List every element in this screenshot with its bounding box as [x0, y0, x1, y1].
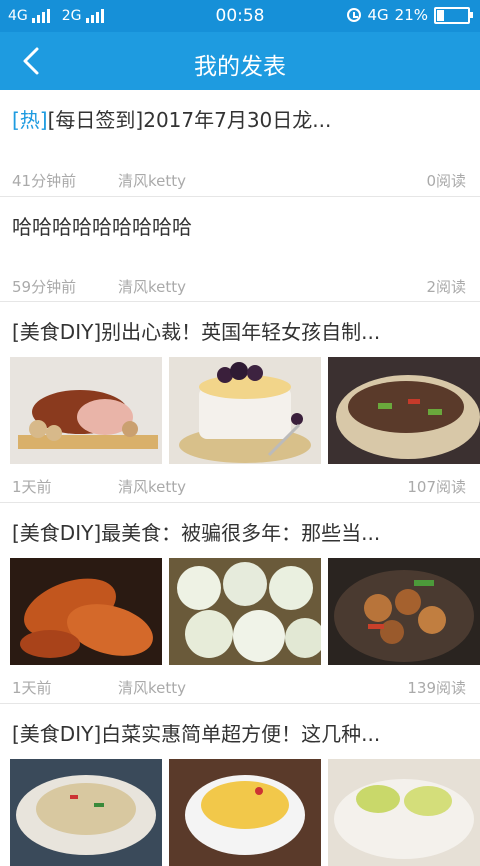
post-time: 59分钟前: [12, 278, 77, 296]
post-title[interactable]: [美食DIY]白菜实惠简单超方便！这几种...: [12, 718, 380, 747]
alarm-icon: [347, 8, 362, 22]
post-title[interactable]: 哈哈哈哈哈哈哈哈哈: [12, 211, 192, 240]
post-thumbnails: [10, 558, 480, 665]
post-item[interactable]: 哈哈哈哈哈哈哈哈哈 59分钟前 清风ketty 2阅读: [0, 197, 480, 302]
salad-bowl-image[interactable]: [10, 759, 162, 866]
post-reads: 0阅读: [426, 172, 466, 190]
post-reads: 139阅读: [407, 679, 466, 697]
post-title[interactable]: [美食DIY]最美食：被骗很多年：那些当...: [12, 517, 380, 546]
post-list[interactable]: [热][每日签到]2017年7月30日龙... 41分钟前 清风ketty 0阅…: [0, 90, 480, 866]
page-title: 我的发表: [194, 54, 286, 80]
post-author: 清风ketty: [118, 172, 187, 190]
post-time: 1天前: [12, 679, 52, 697]
post-item[interactable]: [美食DIY]白菜实惠简单超方便！这几种...: [0, 704, 480, 866]
cabbage-rolls-image[interactable]: [328, 759, 480, 866]
chicken-wings-image[interactable]: [10, 558, 162, 665]
post-title-text: [每日签到]2017年7月30日龙...: [47, 108, 332, 132]
post-time: 1天前: [12, 478, 52, 496]
network-type: 4G: [367, 6, 389, 24]
post-thumbnails: [10, 759, 480, 866]
app-header: 我的发表: [0, 32, 480, 90]
status-right: 4G 21%: [347, 6, 473, 24]
egg-bowl-image[interactable]: [169, 759, 321, 866]
post-item[interactable]: [热][每日签到]2017年7月30日龙... 41分钟前 清风ketty 0阅…: [0, 90, 480, 197]
post-time: 41分钟前: [12, 172, 77, 190]
status-bar: 4G 2G 00:58 4G 21%: [0, 0, 480, 32]
steamed-buns-image[interactable]: [169, 558, 321, 665]
noodle-cake-image[interactable]: [169, 357, 321, 464]
post-author: 清风ketty: [118, 679, 187, 697]
roast-ham-image[interactable]: [10, 357, 162, 464]
battery-icon: [434, 6, 473, 24]
post-title[interactable]: [美食DIY]别出心裁！英国年轻女孩自制...: [12, 316, 380, 345]
post-reads: 2阅读: [426, 278, 466, 296]
meat-wrap-image[interactable]: [328, 357, 480, 464]
post-reads: 107阅读: [407, 478, 466, 496]
post-title[interactable]: [热][每日签到]2017年7月30日龙...: [12, 104, 331, 133]
battery-level: [437, 9, 444, 21]
post-author: 清风ketty: [118, 478, 187, 496]
hot-tag: [热]: [12, 108, 48, 132]
post-item[interactable]: [美食DIY]最美食：被骗很多年：那些当... 1天前 清风ketty 139阅…: [0, 503, 480, 704]
post-item[interactable]: [美食DIY]别出心裁！英国年轻女孩自制... 1天前 清风ketty 107阅…: [0, 302, 480, 503]
stir-fry-image[interactable]: [328, 558, 480, 665]
post-thumbnails: [10, 357, 480, 464]
battery-percent: 21%: [394, 6, 428, 24]
post-author: 清风ketty: [118, 278, 187, 296]
